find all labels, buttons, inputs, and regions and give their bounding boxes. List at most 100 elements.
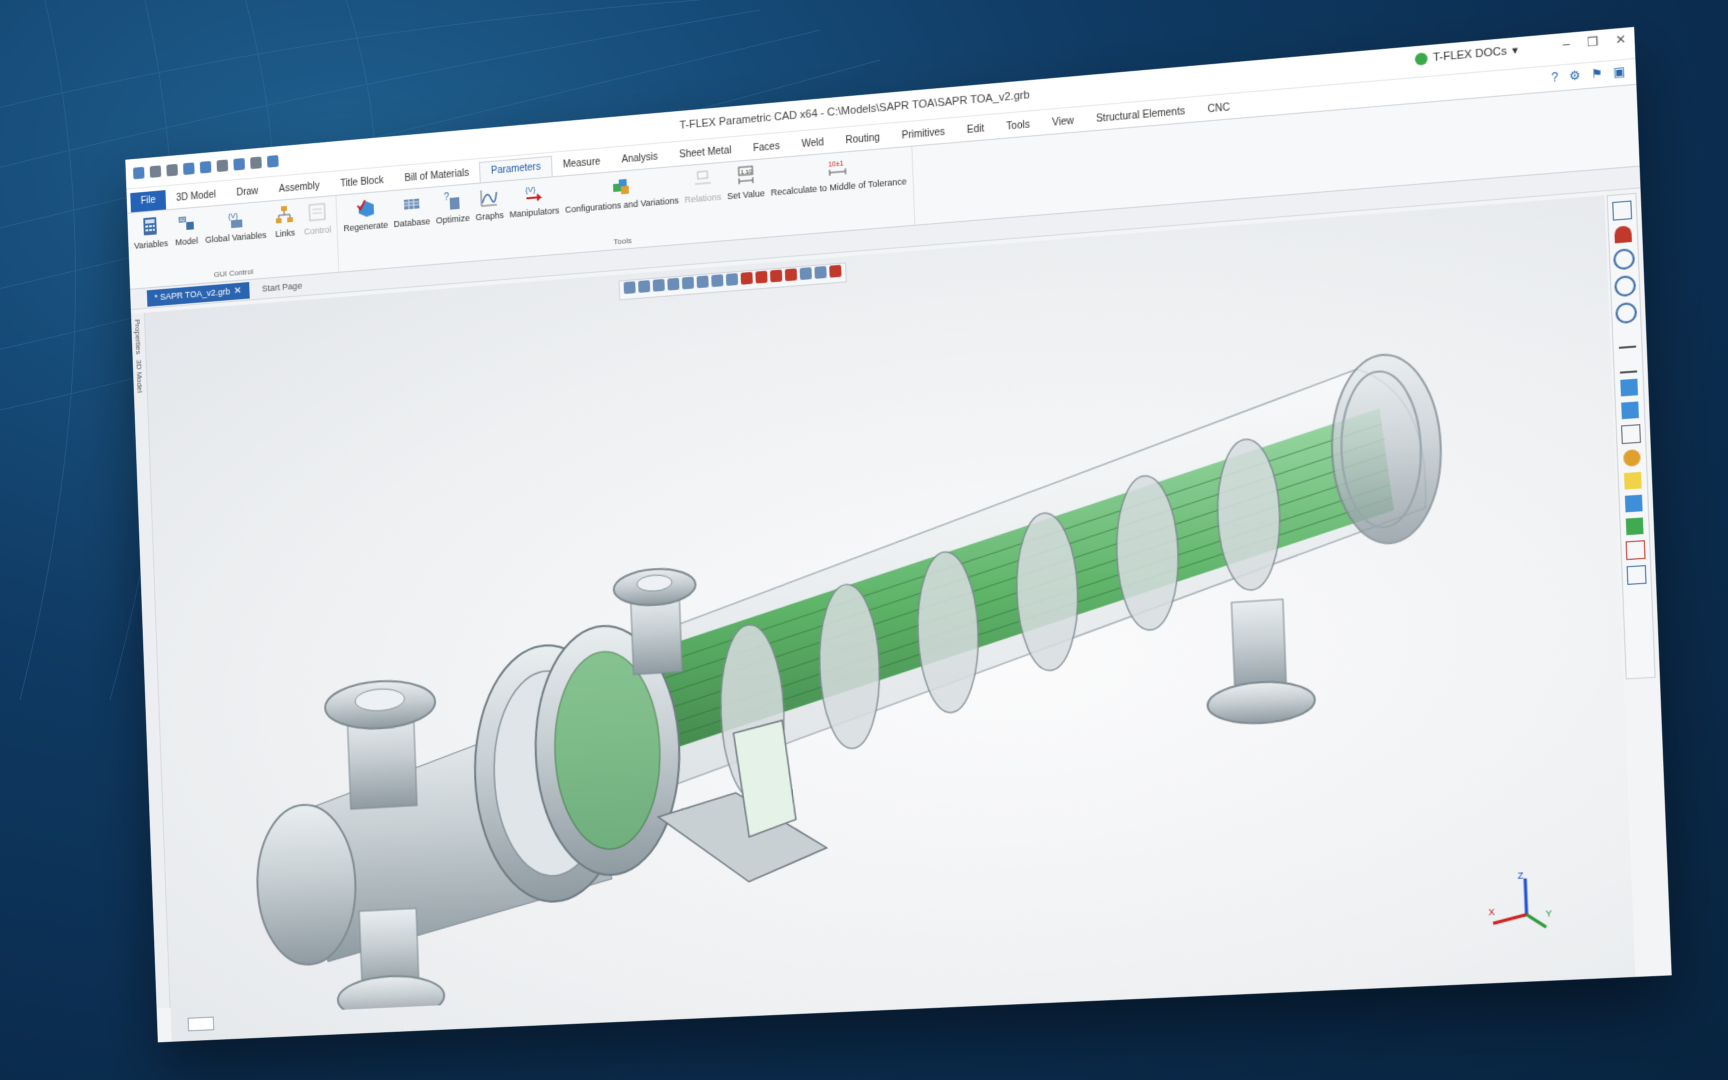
regenerate-icon [354,196,374,218]
variables-label: Variables [133,238,169,251]
close-button[interactable]: ✕ [1615,32,1626,47]
regenerate-button[interactable]: Regenerate [342,195,389,259]
tab-draw[interactable]: Draw [226,181,269,204]
cube-green-icon[interactable] [1625,517,1644,536]
line-icon[interactable] [725,273,739,286]
check-icon[interactable] [667,277,680,291]
application-window: T-FLEX Parametric CAD x64 - C:\Models\SA… [125,26,1672,1043]
glasses-alt-icon[interactable] [1619,353,1638,374]
filter-icon[interactable] [623,281,636,295]
check-cube-icon[interactable] [1620,378,1639,397]
graphs-button[interactable]: Graphs [475,186,506,249]
camera-icon[interactable] [814,265,827,279]
svg-text:10±1: 10±1 [829,160,845,168]
regenerate-label: Regenerate [343,219,389,234]
doc-tab-start-page[interactable]: Start Page [254,277,309,297]
tab-title-block[interactable]: Title Block [330,170,395,195]
svg-text:A2: A2 [179,217,185,223]
tab-tools[interactable]: Tools [995,114,1041,138]
variables-button[interactable]: Variables [133,214,169,277]
panel-icon[interactable]: ▣ [1613,64,1626,80]
minimize-button[interactable]: – [1562,37,1570,52]
square-yellow-icon[interactable] [1623,471,1642,490]
axis-triad: Z X Y [1483,870,1552,942]
render-icon[interactable] [829,264,842,278]
tab-assembly[interactable]: Assembly [268,176,330,201]
tab-3d-model[interactable]: 3D Model [166,185,227,210]
manipulators-button[interactable]: {V} Manipulators [509,181,561,246]
database-icon [400,193,422,216]
view-icon[interactable] [1626,565,1647,585]
shaded-icon[interactable] [755,270,768,284]
svg-text:?: ? [443,192,449,203]
hidden-lines-icon[interactable] [784,268,798,282]
flag-icon[interactable]: ⚑ [1591,66,1603,81]
tab-file[interactable]: File [130,190,167,213]
axis-icon[interactable] [681,276,695,290]
graphs-label: Graphs [475,210,505,223]
cube-red-icon[interactable] [740,271,753,285]
check-cube-2-icon[interactable] [1621,401,1639,420]
zoom-window-icon[interactable] [1614,274,1637,298]
optimize-button[interactable]: ? Optimize [435,188,471,252]
svg-text:{V}: {V} [227,211,238,221]
section-icon[interactable] [799,267,812,281]
point-icon[interactable] [711,274,724,288]
tab-edit[interactable]: Edit [956,118,996,141]
global-variables-button[interactable]: {V} Global Variables [204,206,267,271]
doc-tab-active-label: * SAPR TOA_v2.grb [154,286,231,303]
axis-x-label: X [1488,907,1495,918]
heat-exchanger-model[interactable] [146,227,1623,1018]
tflex-docs-label: T-FLEX DOCs [1432,44,1508,64]
arrow-icon[interactable] [1625,540,1646,561]
vertex-icon[interactable] [1624,494,1643,513]
tab-primitives[interactable]: Primitives [890,122,956,148]
gear-icon[interactable]: ⚙ [1569,68,1581,83]
recalculate-tolerance-label: Recalculate to Middle of Tolerance [770,176,907,198]
window-layout-icon[interactable] [1612,200,1633,221]
3d-viewport[interactable]: Z X Y [144,195,1636,1042]
configurations-button[interactable]: Configurations and Variations [564,171,680,242]
set-value-icon: 1.10 [734,164,756,188]
help-icon[interactable]: ? [1551,70,1559,85]
svg-text:1.10: 1.10 [740,169,752,176]
relations-label: Relations [684,191,722,205]
snap-icon[interactable] [652,278,665,292]
zoom-icon[interactable] [1613,248,1636,271]
model-button[interactable]: A2 Model [173,211,201,273]
manipulators-label: Manipulators [509,205,560,220]
sphere-icon[interactable] [1623,449,1641,467]
tab-analysis[interactable]: Analysis [611,147,669,172]
tab-measure[interactable]: Measure [552,152,612,177]
optimize-icon: ? [443,192,460,210]
model-3d-panel-tab[interactable]: 3D Model [135,360,145,394]
tab-view[interactable]: View [1041,111,1086,135]
database-button[interactable]: Database [393,192,432,256]
manipulators-icon: {V} [523,185,545,205]
help-tools: ? ⚙ ⚑ ▣ [1551,64,1625,85]
magnet-icon[interactable] [1614,225,1632,244]
tab-routing[interactable]: Routing [834,127,891,152]
tab-cnc[interactable]: CNC [1196,97,1242,121]
control-button[interactable]: Control [303,200,333,263]
recalculate-tolerance-button[interactable]: 10±1 Recalculate to Middle of Tolerance [770,151,908,224]
glasses-icon[interactable] [1618,328,1637,349]
set-value-button[interactable]: 1.10 Set Value [726,163,766,228]
cube-outline-icon[interactable] [1621,424,1641,445]
links-button[interactable]: Links [271,203,300,265]
close-icon[interactable]: ✕ [234,285,242,296]
grid-icon[interactable] [696,275,709,289]
tab-weld[interactable]: Weld [790,132,835,156]
links-label: Links [275,227,296,239]
global-variables-icon: {V} [227,211,243,229]
relations-button[interactable]: Relations [684,167,723,231]
optimize-label: Optimize [435,212,471,226]
zoom-all-icon[interactable] [1615,301,1638,325]
tab-faces[interactable]: Faces [742,136,791,160]
layout-toggle-button[interactable] [187,1016,215,1032]
select-icon[interactable] [638,280,651,293]
restore-button[interactable]: ❐ [1587,34,1599,49]
wireframe-icon[interactable] [770,269,783,283]
properties-panel-tab[interactable]: Properties [133,319,143,355]
graphs-icon [478,186,500,209]
